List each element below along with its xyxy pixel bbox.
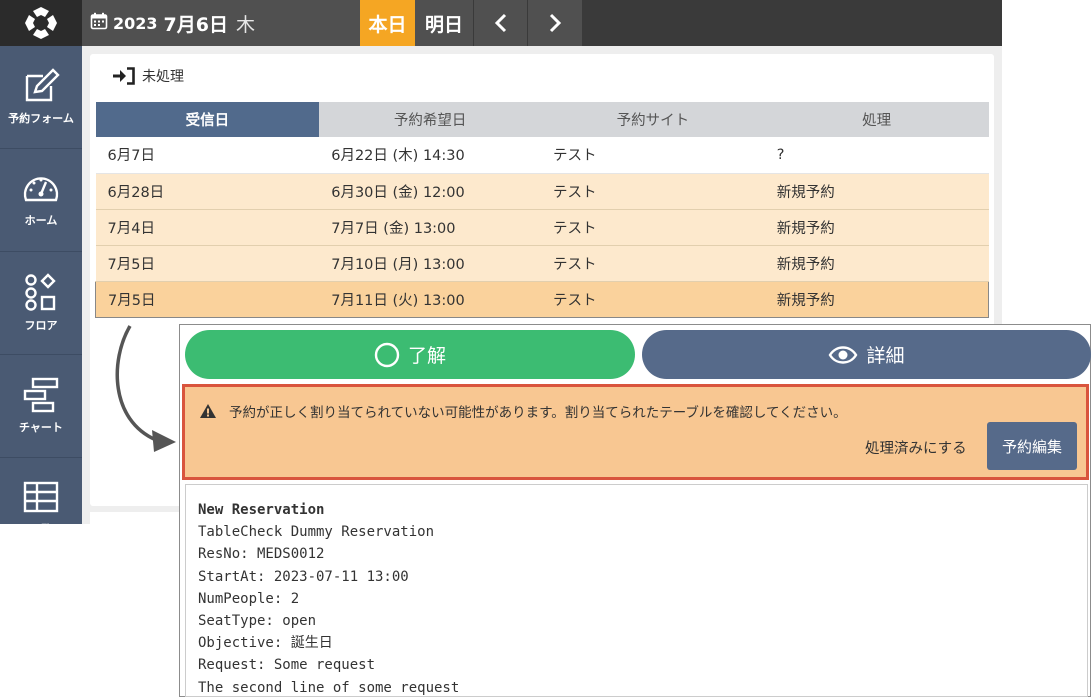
cell-status: ? <box>764 137 989 174</box>
cell-requested: 7月10日 (月) 13:00 <box>319 245 541 282</box>
eye-icon <box>829 345 858 364</box>
mail-line: StartAt: 2023-07-11 13:00 <box>198 568 409 585</box>
next-day-button[interactable] <box>528 0 582 46</box>
sidebar-item-reservation-form[interactable]: 予約フォーム <box>0 46 82 149</box>
warning-text: 予約が正しく割り当てられていない可能性があります。割り当てられたテーブルを確認し… <box>229 405 847 421</box>
sidebar-item-label: 一覧 <box>30 521 52 524</box>
chevron-right-icon <box>549 13 562 33</box>
sidebar-item-label: フロア <box>24 319 58 332</box>
column-header-status[interactable]: 処理 <box>764 102 989 137</box>
table-row[interactable]: 6月7日 6月22日 (木) 14:30 テスト ? <box>95 137 989 174</box>
today-button[interactable]: 本日 <box>360 0 415 46</box>
warning-triangle-icon <box>200 404 216 418</box>
table-header-row: 受信日 予約希望日 予約サイト 処理 <box>95 102 989 137</box>
calendar-icon <box>90 12 108 35</box>
mail-line: TableCheck Dummy Reservation <box>198 524 435 541</box>
current-date[interactable]: 2023 7月6日 木 <box>82 0 360 46</box>
unprocessed-table: 受信日 予約希望日 予約サイト 処理 6月7日 6月22日 (木) 14:30 … <box>95 102 989 318</box>
mail-line: The second line of some request <box>198 679 460 696</box>
prev-day-button[interactable] <box>474 0 527 46</box>
cell-site: テスト <box>541 173 765 210</box>
cell-status: 新規予約 <box>764 173 989 210</box>
edit-reservation-button[interactable]: 予約編集 <box>987 422 1077 470</box>
table-row-selected[interactable]: 7月5日 7月11日 (火) 13:00 テスト 新規予約 <box>95 280 989 318</box>
column-header-received[interactable]: 受信日 <box>95 102 320 137</box>
dashboard-gauge-icon <box>23 177 59 202</box>
cell-received: 7月5日 <box>95 245 320 282</box>
sidebar-item-home[interactable]: ホーム <box>0 149 82 252</box>
circle-icon <box>374 342 400 367</box>
mail-line: NumPeople: 2 <box>198 590 300 607</box>
cell-received: 7月5日 <box>95 280 320 318</box>
sign-in-icon <box>113 67 135 85</box>
cell-status: 新規予約 <box>764 280 989 318</box>
column-header-requested[interactable]: 予約希望日 <box>319 102 541 137</box>
cell-status: 新規予約 <box>764 209 989 246</box>
acknowledge-label: 了解 <box>407 345 446 367</box>
cell-requested: 6月30日 (金) 12:00 <box>319 173 541 210</box>
edit-form-icon <box>25 68 60 102</box>
warning-message: 予約が正しく割り当てられていない可能性があります。割り当てられたテーブルを確認し… <box>199 401 847 421</box>
cell-requested: 7月7日 (金) 13:00 <box>319 209 541 246</box>
sidebar-item-floor[interactable]: フロア <box>0 252 82 355</box>
cell-requested: 7月11日 (火) 13:00 <box>319 280 541 318</box>
table-row[interactable]: 7月5日 7月10日 (月) 13:00 テスト 新規予約 <box>95 245 989 282</box>
mark-processed-link[interactable]: 処理済みにする <box>865 437 967 458</box>
acknowledge-button[interactable]: 了解 <box>185 330 635 379</box>
table-row[interactable]: 6月28日 6月30日 (金) 12:00 テスト 新規予約 <box>95 173 989 210</box>
mail-line: Objective: 誕生日 <box>198 635 333 652</box>
reservation-mail-body: New Reservation TableCheck Dummy Reserva… <box>185 484 1088 697</box>
date-weekday: 木 <box>235 13 255 36</box>
chevron-left-icon <box>494 13 506 33</box>
cell-site: テスト <box>541 209 765 246</box>
detail-button[interactable]: 詳細 <box>642 330 1091 379</box>
warning-banner: 予約が正しく割り当てられていない可能性があります。割り当てられたテーブルを確認し… <box>182 384 1089 480</box>
date-monthday: 7月6日 <box>163 13 228 36</box>
sidebar-item-label: ホーム <box>24 214 58 227</box>
logo-icon <box>25 7 57 39</box>
floor-shapes-icon <box>25 273 56 311</box>
sidebar-item-list[interactable]: 一覧 <box>0 458 82 524</box>
tomorrow-button[interactable]: 明日 <box>415 0 473 46</box>
app-logo[interactable] <box>0 0 82 46</box>
cell-status: 新規予約 <box>764 245 989 282</box>
table-grid-icon <box>23 481 59 513</box>
sidebar-item-label: チャート <box>19 421 63 434</box>
sidebar: 予約フォーム ホーム フロア チャート 一覧 <box>0 46 82 524</box>
mail-line: Request: Some request <box>198 657 376 674</box>
sidebar-item-chart[interactable]: チャート <box>0 355 82 458</box>
cell-received: 6月7日 <box>95 137 320 174</box>
cell-requested: 6月22日 (木) 14:30 <box>319 137 541 174</box>
column-header-site[interactable]: 予約サイト <box>541 102 765 137</box>
curved-arrow-icon <box>115 325 176 452</box>
mail-line: ResNo: MEDS0012 <box>198 546 325 563</box>
sidebar-item-label: 予約フォーム <box>8 112 74 125</box>
mail-line: SeatType: open <box>198 613 317 630</box>
cell-site: テスト <box>541 280 765 318</box>
section-title-text: 未処理 <box>142 69 184 85</box>
cell-received: 6月28日 <box>95 173 320 210</box>
mail-line: New Reservation <box>198 502 325 518</box>
cell-site: テスト <box>541 137 765 174</box>
detail-label: 詳細 <box>866 345 905 367</box>
section-title: 未処理 <box>112 66 184 86</box>
cell-site: テスト <box>541 245 765 282</box>
date-year: 2023 <box>113 13 158 33</box>
chart-bars-icon <box>23 377 59 413</box>
table-row[interactable]: 7月4日 7月7日 (金) 13:00 テスト 新規予約 <box>95 209 989 246</box>
cell-received: 7月4日 <box>95 209 320 246</box>
